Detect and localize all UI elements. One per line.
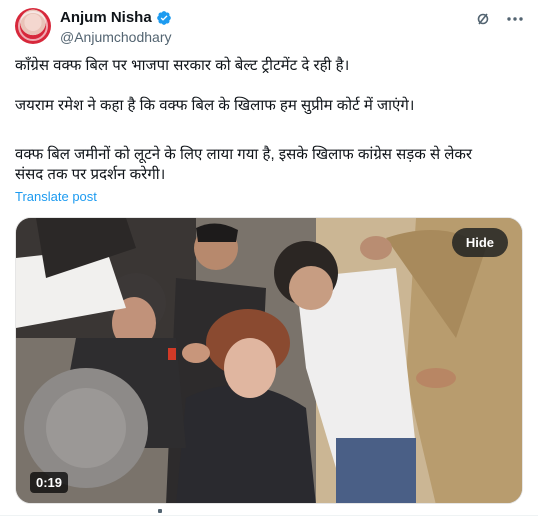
grok-icon[interactable] — [474, 10, 492, 28]
tweet-line-1: कॉंग्रेस वक्फ बिल पर भाजपा सरकार को बेल्… — [15, 57, 350, 74]
video-player[interactable]: Hide 0:19 — [15, 217, 523, 504]
tweet-line-2: जयराम रमेश ने कहा है कि वक्फ बिल के खिला… — [15, 97, 415, 114]
video-frame — [16, 218, 522, 503]
author-display-name[interactable]: Anjum Nisha — [60, 9, 152, 26]
more-options-icon[interactable] — [506, 10, 524, 28]
tweet-line-3a: वक्फ बिल जमीनों को लूटने के लिए लाया गया… — [15, 146, 473, 163]
author-handle[interactable]: @Anjumchodhary — [60, 29, 172, 45]
tweet-line-3b: संसद तक पर प्रदर्शन करेगी। — [15, 166, 166, 183]
author-name-row: Anjum Nisha — [60, 9, 172, 26]
next-row-fragment — [158, 509, 162, 513]
tweet-card: Anjum Nisha @Anjumchodhary कॉंग्रेस वक्फ… — [0, 0, 538, 516]
tweet-text: कॉंग्रेस वक्फ बिल पर भाजपा सरकार को बेल्… — [15, 56, 515, 183]
hide-media-button[interactable]: Hide — [451, 228, 508, 257]
translate-post-link[interactable]: Translate post — [15, 189, 97, 204]
avatar[interactable] — [15, 8, 51, 44]
video-duration-badge: 0:19 — [30, 472, 69, 493]
tweet-actions-top — [474, 10, 524, 28]
verified-badge-icon — [156, 10, 171, 25]
